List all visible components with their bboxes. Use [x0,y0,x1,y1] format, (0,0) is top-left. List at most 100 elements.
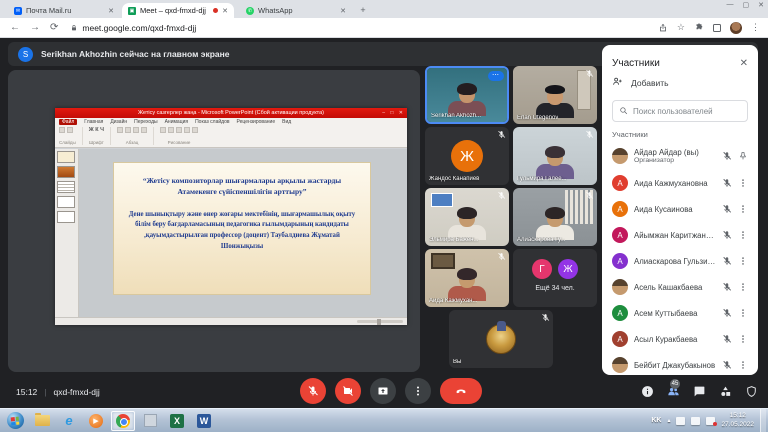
slide-thumbnail-panel[interactable] [55,149,79,317]
minimize-button[interactable]: — [727,1,734,9]
zoom-slider[interactable] [357,320,403,323]
close-panel-icon[interactable]: ✕ [740,58,748,69]
side-panel-icon[interactable] [713,24,721,32]
tab-mail-ru[interactable]: ✉ Почта Mail.ru ✕ [8,3,120,18]
more-options-button[interactable] [405,378,431,404]
pin-icon[interactable] [738,151,748,161]
avatar-tile-zhandos[interactable]: Ж Жандос Канапиев [425,127,509,185]
people-icon[interactable]: 45 [667,385,680,398]
address-bar[interactable]: meet.google.com/qxd-fmxd-djj [70,19,658,37]
taskbar-excel-icon[interactable]: X [165,411,189,431]
taskbar-chrome-icon[interactable] [111,411,135,431]
profile-avatar[interactable] [730,22,742,34]
ribbon-tab-view[interactable]: Вид [282,119,291,125]
more-participants-tile[interactable]: Г Ж Ещё 34 чел. [513,249,597,307]
meet-control-bar: 15:12 | qxd-fmxd-djj 45 [0,375,768,408]
more-count-label: Ещё 34 чел. [513,285,597,292]
self-view-tile[interactable]: Вы [449,310,553,368]
search-input[interactable]: Поиск пользователей [612,100,748,122]
font-style-buttons[interactable]: Ж К Ч [89,127,104,133]
slide-thumbnail[interactable] [57,151,75,163]
share-icon[interactable] [658,23,668,33]
network-icon[interactable] [691,417,700,425]
more-options-icon[interactable] [738,282,748,292]
more-options-icon[interactable] [738,178,748,188]
maximize-button[interactable]: ▢ [743,1,750,9]
tab-close-icon[interactable]: ✕ [340,7,346,15]
participant-row[interactable]: А Асыл Куракбаева [612,326,748,352]
browser-menu-icon[interactable]: ⋮ [751,22,760,33]
participant-row[interactable]: Бейбит Джакубакынов [612,352,748,375]
slide-thumbnail[interactable] [57,196,75,208]
taskbar-browser-icon[interactable]: e [57,411,81,431]
ribbon-tab-slideshow[interactable]: Показ слайдов [195,119,229,125]
ribbon-tab-design[interactable]: Дизайн [110,119,127,125]
tile-menu-icon[interactable]: ⋯ [488,71,504,81]
participant-row[interactable]: Асель Кашакбаева [612,274,748,300]
video-tile-erlan[interactable]: Erlan Utegenov [513,66,597,124]
action-center-icon[interactable] [676,417,685,425]
taskbar-clock[interactable]: 15:12 27.05.2022 [721,412,754,428]
participant-row[interactable]: А Аида Кажмухановна [612,170,748,196]
ribbon-tab-animation[interactable]: Анимация [165,119,188,125]
extensions-icon[interactable] [694,23,704,33]
activities-icon[interactable] [719,385,732,398]
chat-icon[interactable] [693,385,706,398]
camera-toggle-button[interactable] [335,378,361,404]
url-text: meet.google.com/qxd-fmxd-djj [82,23,196,33]
add-people-button[interactable]: Добавить [612,73,748,93]
participant-row[interactable]: А Айымжан Каритжанкызы [612,222,748,248]
close-window-button[interactable]: ✕ [758,1,764,9]
more-options-icon[interactable] [738,204,748,214]
reload-icon[interactable]: ⟳ [50,22,58,33]
taskbar-word-icon[interactable]: W [192,411,216,431]
new-tab-button[interactable]: + [356,4,370,17]
more-options-icon[interactable] [738,230,748,240]
participant-row[interactable]: А Аида Кусаинова [612,196,748,222]
tab-meet[interactable]: ▣ Meet – qxd-fmxd-djj ✕ [122,3,234,18]
forward-icon[interactable]: → [30,22,40,33]
slide-thumbnail[interactable] [57,166,75,178]
video-tile-elmira[interactable]: Эльмира Бажен... [425,188,509,246]
ribbon-tab-home[interactable]: Главная [84,119,103,125]
back-icon[interactable]: ← [10,22,20,33]
participant-avatar: А [612,227,628,243]
participant-row[interactable]: А Асем Куттыбаева [612,300,748,326]
more-options-icon[interactable] [738,334,748,344]
ribbon-tab-review[interactable]: Рецензирование [237,119,276,125]
start-button[interactable] [3,411,27,431]
host-controls-icon[interactable] [745,385,758,398]
mic-toggle-button[interactable] [300,378,326,404]
end-call-button[interactable] [440,378,482,404]
more-options-icon[interactable] [738,308,748,318]
taskbar-media-icon[interactable]: ▶ [84,411,108,431]
tab-close-icon[interactable]: ✕ [108,7,114,15]
hidden-icons-chevron[interactable]: ▴ [667,417,670,424]
video-tile-aliaskarova[interactable]: Алиаскарова Гу... [513,188,597,246]
bookmark-star-icon[interactable]: ☆ [677,22,685,33]
mic-off-icon [497,130,506,139]
participant-row[interactable]: Айдар Айдар (вы) Организатор [612,142,748,170]
volume-icon[interactable] [706,417,715,425]
taskbar-app-icon[interactable] [138,411,162,431]
video-tile-serikhan[interactable]: ⋯ Serikhan Akhozh... [425,66,509,124]
tab-close-icon[interactable]: ✕ [222,7,228,15]
shared-screen-tile[interactable]: Жетісу сазгерлер жаңа - Microsoft PowerP… [8,70,420,372]
tab-whatsapp[interactable]: ✆ WhatsApp ✕ [240,3,352,18]
present-button[interactable] [370,378,396,404]
slide-thumbnail[interactable] [57,211,75,223]
video-tile-aida[interactable]: Аида Кажмухан... [425,249,509,307]
language-indicator[interactable]: KK [651,417,661,424]
meeting-time: 15:12 [16,387,37,397]
meeting-details-icon[interactable] [641,385,654,398]
taskbar-explorer-icon[interactable] [30,411,54,431]
ribbon-tab-file[interactable]: Файл [59,119,77,125]
more-options-icon[interactable] [738,360,748,370]
more-options-icon[interactable] [738,256,748,266]
show-desktop-button[interactable] [760,409,766,432]
tab-title: Meet – qxd-fmxd-djj [140,6,209,15]
ribbon-tab-transitions[interactable]: Переходы [134,119,157,125]
video-tile-gulmira[interactable]: Гульмира Галее... [513,127,597,185]
participant-row[interactable]: А Алиаскарова Гульзира Т... [612,248,748,274]
slide-thumbnail[interactable] [57,181,75,193]
